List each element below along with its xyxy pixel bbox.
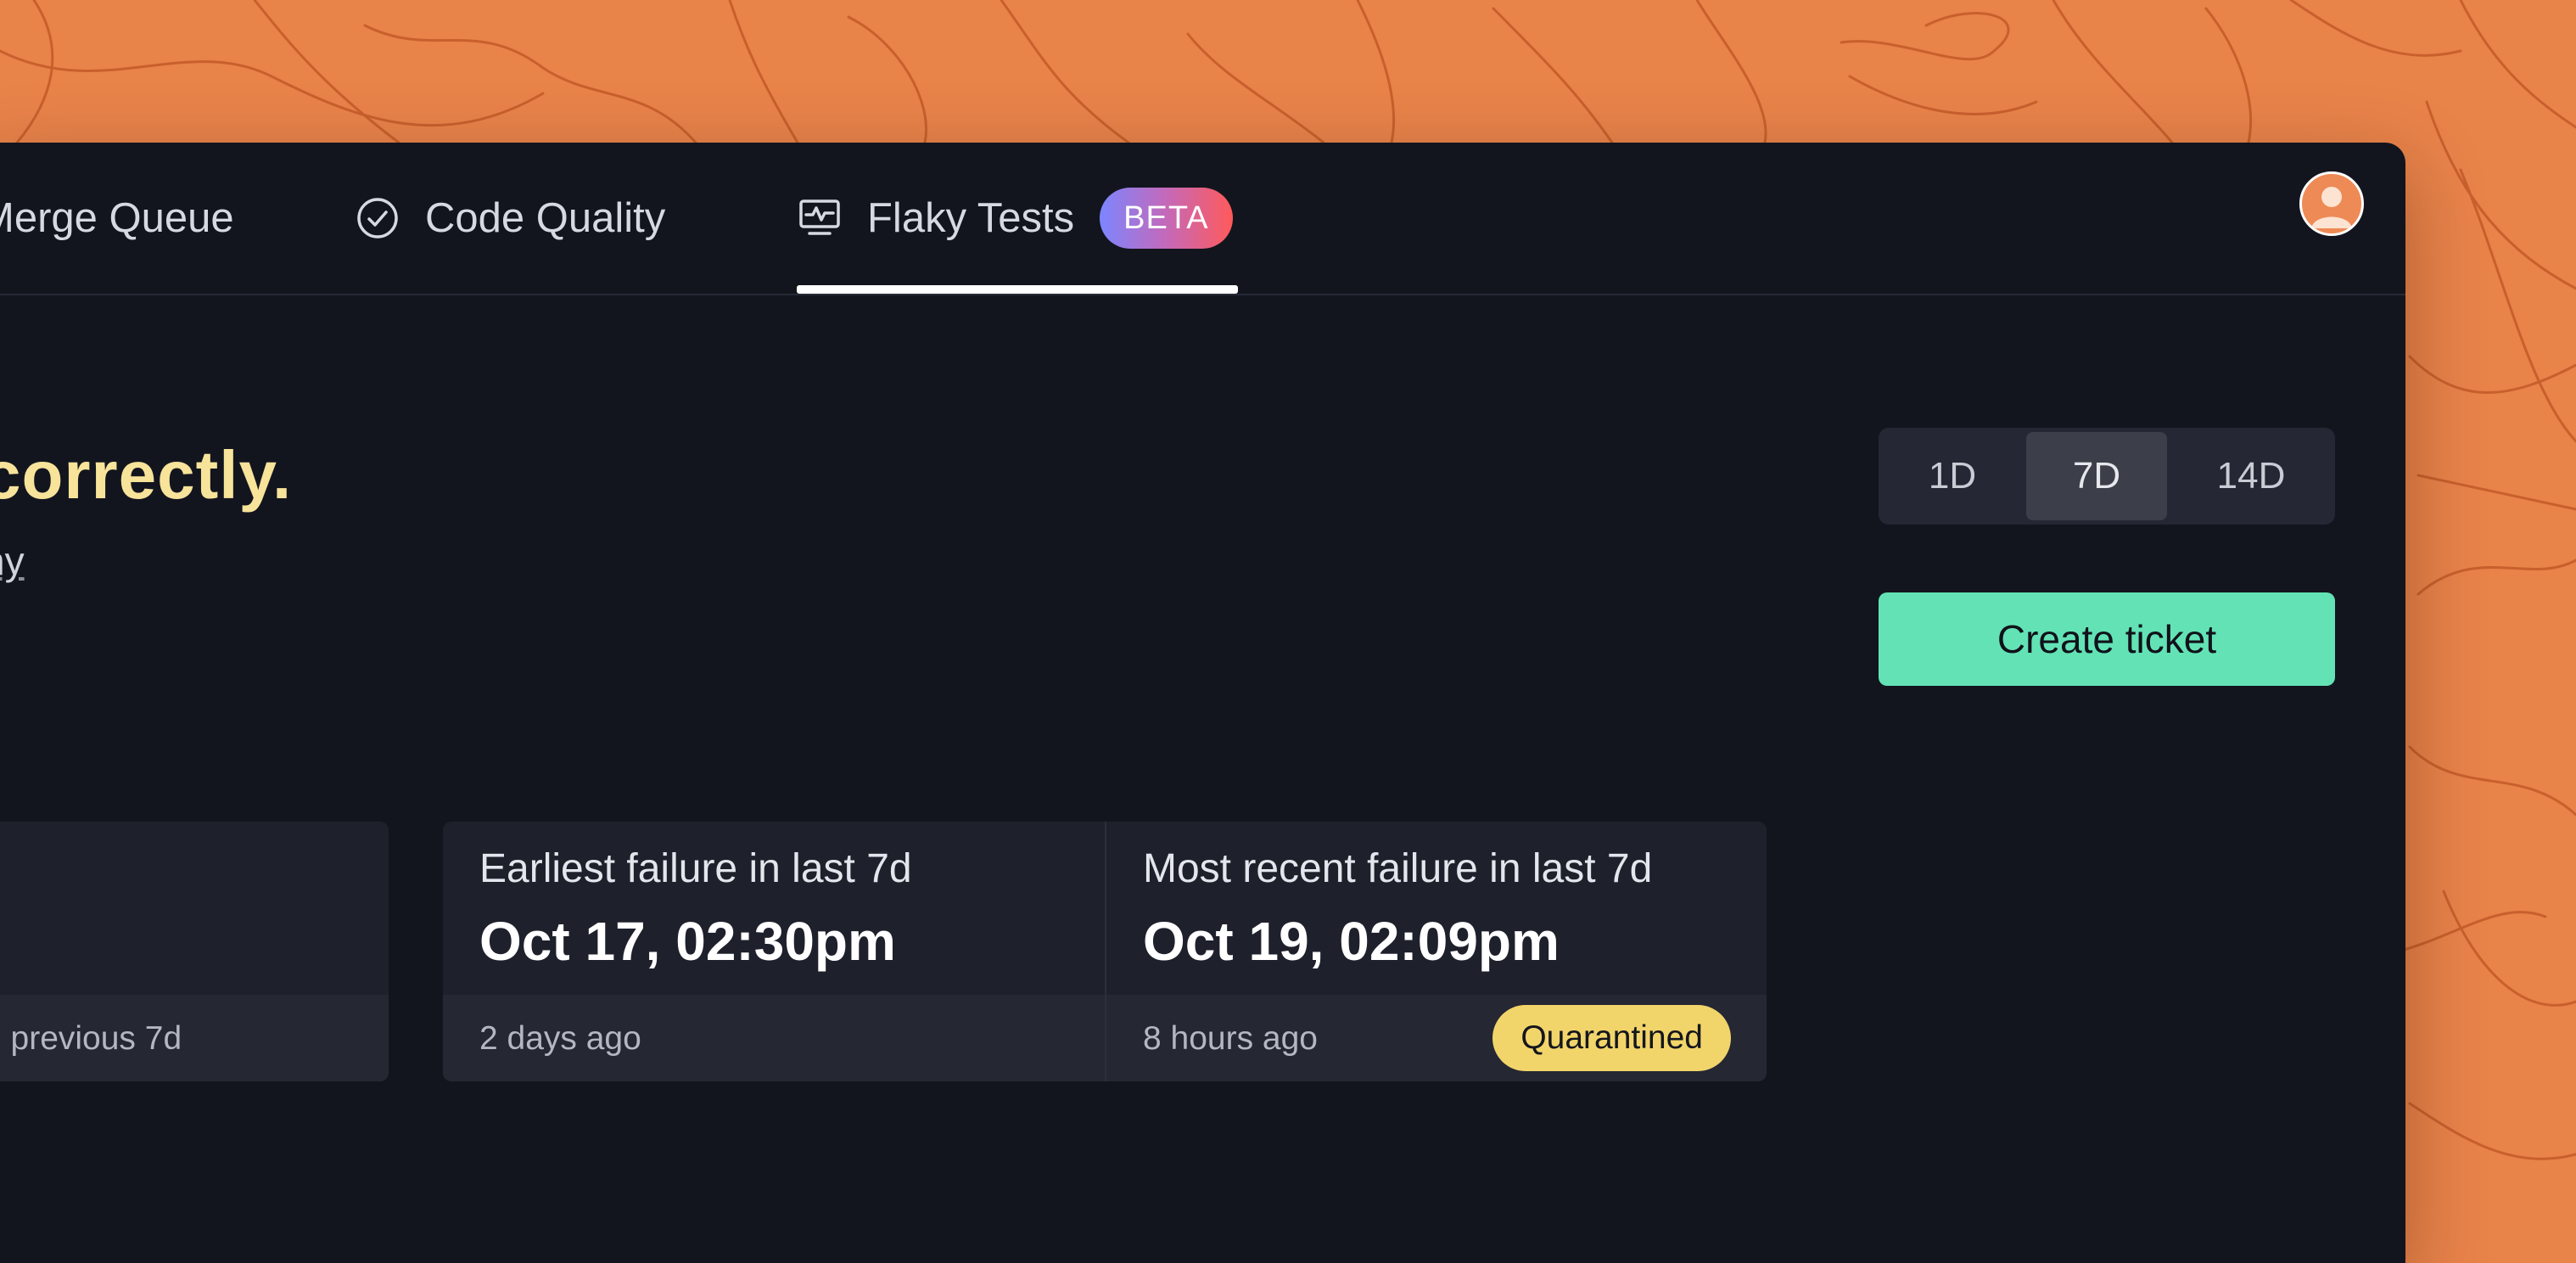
recent-failure-relative: 8 hours ago [1143,1020,1318,1057]
tab-flaky-tests-label: Flaky Tests [867,195,1075,241]
monitor-chart-icon [798,196,842,240]
active-tab-indicator [797,285,1238,294]
time-range-selector: 1D 7D 14D [1879,428,2335,525]
create-ticket-button[interactable]: Create ticket [1879,592,2335,686]
headline-link[interactable]: hy [0,538,25,584]
tab-merge-queue-label: Merge Queue [0,195,234,241]
earliest-failure-label: Earliest failure in last 7d [479,846,912,891]
range-option-14d[interactable]: 14D [2171,432,2331,520]
earliest-failure-value: Oct 17, 02:30pm [479,911,896,972]
stat-footer-text: n previous 7d [0,1020,182,1057]
app-window: Merge Queue Code Quality Flaky Tests BET… [0,143,2405,1263]
page-headline: correctly. [0,437,293,513]
user-avatar-icon[interactable] [2299,171,2364,236]
failure-stats-card: Earliest failure in last 7d Oct 17, 02:3… [443,822,1767,1081]
tab-code-quality[interactable]: Code Quality [356,143,665,294]
check-circle-icon [356,196,400,240]
stat-divider [1105,822,1106,1081]
top-navigation: Merge Queue Code Quality Flaky Tests BET… [0,143,2405,295]
tab-flaky-tests[interactable]: Flaky Tests BETA [798,143,1233,294]
stat-card-partial: n previous 7d [0,822,389,1081]
beta-badge: BETA [1100,188,1233,249]
earliest-failure-relative: 2 days ago [479,1020,641,1057]
recent-failure-value: Oct 19, 02:09pm [1143,911,1560,972]
range-option-1d[interactable]: 1D [1883,432,2022,520]
recent-failure-label: Most recent failure in last 7d [1143,846,1653,891]
quarantined-status-badge: Quarantined [1492,1005,1731,1071]
tab-code-quality-label: Code Quality [425,195,666,241]
stat-card-footer: n previous 7d [0,995,389,1081]
tab-merge-queue[interactable]: Merge Queue [0,143,234,294]
range-option-7d[interactable]: 7D [2026,432,2167,520]
